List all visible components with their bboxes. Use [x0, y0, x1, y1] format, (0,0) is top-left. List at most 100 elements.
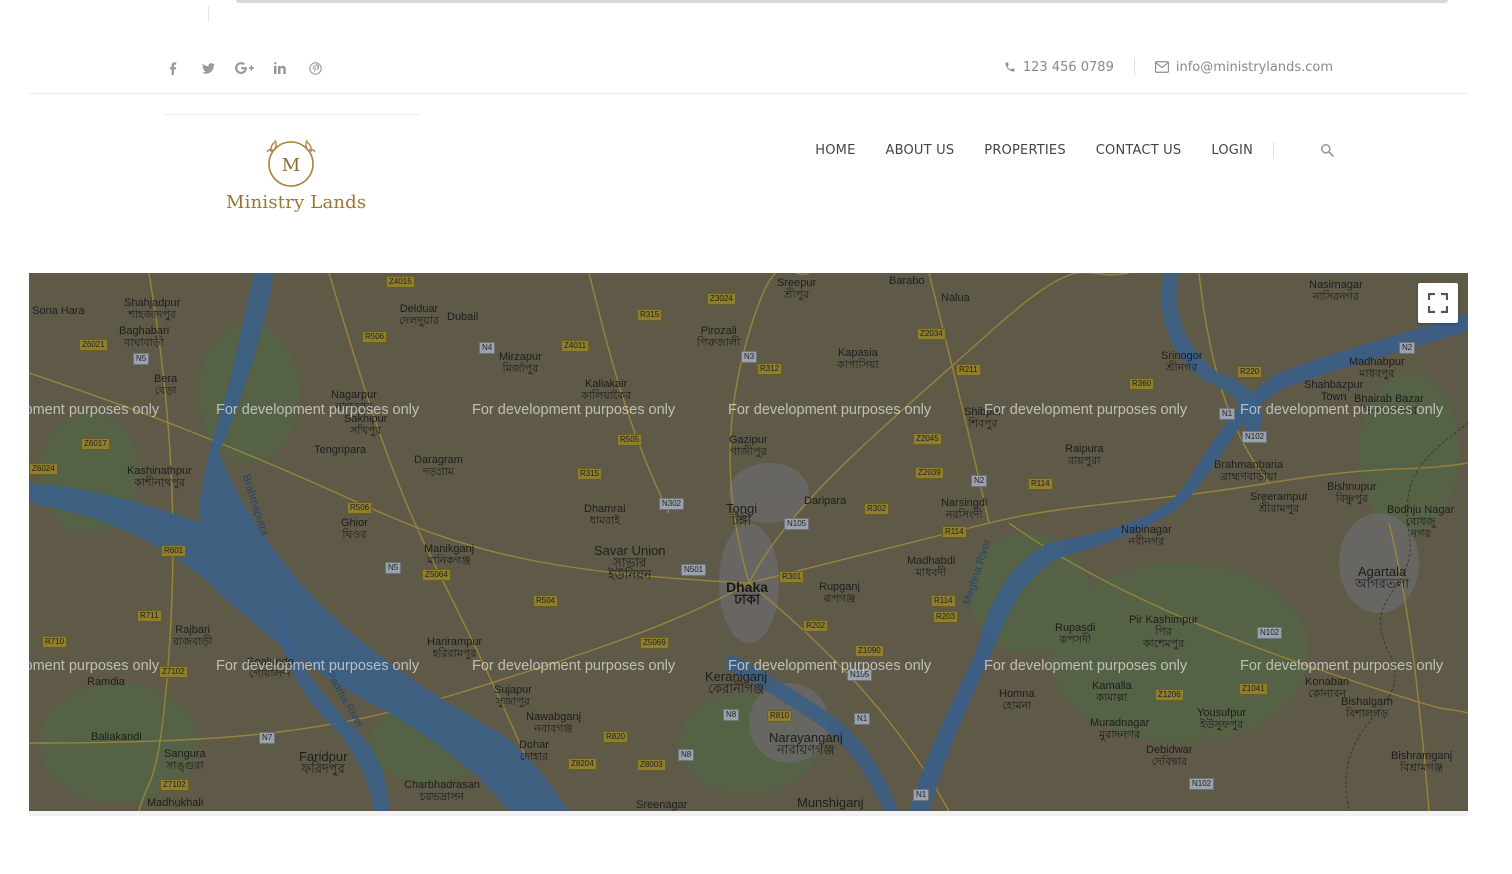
- map-road-label: Z6017: [81, 438, 110, 450]
- map-place-label: Narsingdi নরসিংদী: [941, 497, 988, 521]
- map-road-label: Z1206: [1155, 689, 1184, 701]
- top-scrollbar: [236, 0, 1448, 3]
- map-road-label: R203: [933, 611, 959, 623]
- phone-icon: [1004, 61, 1016, 73]
- map-road-label: N5: [385, 562, 402, 574]
- map-place-label: Mirzapur মির্জাপুর: [499, 351, 542, 375]
- map-road-label: N4: [479, 342, 496, 354]
- map-road-label: N1: [1219, 408, 1236, 420]
- map-road-label: Z2034: [917, 328, 946, 340]
- map-place-label: Pirozali পিরুজালী: [697, 325, 741, 349]
- fullscreen-button[interactable]: [1418, 283, 1458, 323]
- map-footer-strip: [29, 811, 1468, 816]
- nav-login[interactable]: LOGIN: [1211, 143, 1253, 158]
- nav-about-us[interactable]: ABOUT US: [886, 143, 955, 158]
- map-place-label: Kaliakair কালিয়াকৈর: [581, 378, 632, 402]
- map-place-label: Sona Hara: [32, 305, 85, 317]
- map-place-label: Madhabdi মাধবদী: [907, 555, 956, 579]
- dev-watermark: For development purposes only: [216, 402, 420, 418]
- pinterest-icon[interactable]: [305, 58, 325, 78]
- map-place-label: Shahjadpur শাহজাদপুর: [124, 297, 181, 321]
- map-place-label: Nalua: [941, 292, 970, 304]
- map-place-label: Dhamrai ধামরাই: [584, 503, 626, 527]
- map-place-label: Sujapur সুজাপুর: [494, 684, 532, 708]
- map-place-label: Madhabpur মাধবপুর: [1349, 356, 1405, 380]
- site-logo[interactable]: M Ministry Lands: [226, 138, 366, 218]
- map-road-label: Z8003: [637, 759, 666, 771]
- map-road-label: R504: [533, 595, 559, 607]
- map-road-label: R302: [864, 503, 890, 515]
- map-place-label: Bishalgarh বিশালগড়: [1341, 696, 1393, 720]
- fullscreen-icon: [1428, 293, 1448, 313]
- map-place-label: Baghabari বাঘাবাড়ী: [119, 325, 170, 349]
- search-icon[interactable]: [1320, 143, 1334, 157]
- map-place-label: Yousufpur ইউসুফপুর: [1197, 707, 1247, 731]
- map-place-label: Charbhadrasan চরভদ্রাসন: [404, 779, 480, 803]
- map-road-label: Z4011: [561, 340, 590, 352]
- map-place-label: Rupganj রূপগঞ্জ: [819, 581, 860, 605]
- top-bar: 123 456 0789 info@ministrylands.com: [29, 42, 1468, 94]
- map-place-label: Bishnupur বিষ্ণুপুর: [1327, 481, 1377, 505]
- logo-monogram: M: [282, 155, 300, 176]
- logo-divider: [163, 114, 419, 115]
- map-place-label: Sreenagar: [636, 799, 688, 811]
- map-place-label: Bera বেড়া: [154, 373, 178, 397]
- map-place-label: Muradnagar মুরাদনগর: [1090, 717, 1150, 741]
- map-road-label: Z2045: [913, 433, 942, 445]
- map-road-label: R506: [347, 502, 373, 514]
- map-road-label: R114: [931, 595, 956, 607]
- dev-watermark: For development purposes only: [472, 402, 676, 418]
- map-place-label: Narayanganj নারায়ণগঞ্জ: [769, 730, 843, 757]
- facebook-icon[interactable]: [163, 58, 183, 78]
- map-road-label: Z5069: [640, 637, 669, 649]
- map-road-label: Z5064: [422, 569, 451, 581]
- map-road-label: N7: [259, 732, 276, 744]
- map-road-label: N302: [659, 498, 685, 510]
- map-road-label: Z1090: [855, 645, 884, 657]
- map-road-label: Z4015: [386, 276, 415, 288]
- map-place-label: Manikganj মানিকগঞ্জ: [424, 543, 475, 567]
- map-road-label: R114: [942, 526, 967, 538]
- map-place-label: Nawabganj নবাবগঞ্জ: [526, 711, 582, 735]
- map-place-label: Kashinathpur কাশীনাথপুর: [127, 465, 192, 489]
- map-road-label: R360: [1129, 378, 1155, 390]
- map-place-label: Nasirnagar নাসিরনগর: [1309, 279, 1363, 303]
- map-road-label: Z1041: [1239, 683, 1268, 695]
- nav-contact-us[interactable]: CONTACT US: [1096, 143, 1182, 158]
- phone-number[interactable]: 123 456 0789: [1023, 60, 1114, 75]
- nav-properties[interactable]: PROPERTIES: [984, 143, 1066, 158]
- map-view[interactable]: Sona Hara Shahjadpur শাহজাদপুর Baghabari বাঘ…: [29, 273, 1468, 811]
- map-place-label: Nabinagar নবীনগর: [1121, 524, 1172, 548]
- nav-divider: [1273, 142, 1274, 158]
- map-place-label: Barabo: [889, 275, 925, 287]
- map-place-label: Tongi টঙ্গী: [726, 501, 758, 528]
- dev-watermark: For development purposes only: [216, 658, 420, 674]
- map-road-label: N8: [678, 749, 695, 761]
- map-road-label: N1: [854, 713, 871, 725]
- dev-watermark: For development purposes only: [728, 402, 932, 418]
- dev-watermark: For development purposes only: [29, 658, 160, 674]
- map-place-label: Agartala আগরতলা: [1355, 564, 1410, 591]
- google-plus-icon[interactable]: [233, 58, 255, 78]
- map-place-label: Faridpur ফরিদপুর: [299, 749, 348, 776]
- map-road-label: R505: [617, 434, 643, 446]
- map-place-label: Pir Kashimpur পির কাশেমপুর: [1129, 614, 1199, 650]
- nav-home[interactable]: HOME: [815, 143, 855, 158]
- email-address[interactable]: info@ministrylands.com: [1176, 60, 1333, 75]
- map-place-label: Baliakandi: [91, 731, 142, 743]
- map-place-label: Debidwar দেবিদ্বার: [1146, 744, 1193, 768]
- map-place-label: Gazipur গাজীপুর: [729, 434, 768, 458]
- envelope-icon: [1154, 61, 1169, 73]
- dev-watermark: For development purposes only: [984, 402, 1188, 418]
- map-road-label: R220: [1237, 366, 1263, 378]
- map-place-label: Dhaka ঢাকা: [726, 579, 769, 607]
- linkedin-icon[interactable]: [270, 58, 290, 78]
- twitter-icon[interactable]: [198, 58, 218, 78]
- map-road-label: R315: [637, 309, 663, 321]
- map-place-label: Sreerampur শ্রীরামপুর: [1250, 491, 1309, 515]
- dev-watermark: For development purposes only: [472, 658, 676, 674]
- dev-watermark: For development purposes only: [1240, 402, 1444, 418]
- map-place-label: Rupasdi রূপসদী: [1055, 622, 1096, 646]
- map-road-label: N5: [133, 353, 150, 365]
- dev-watermark: For development purposes only: [984, 658, 1188, 674]
